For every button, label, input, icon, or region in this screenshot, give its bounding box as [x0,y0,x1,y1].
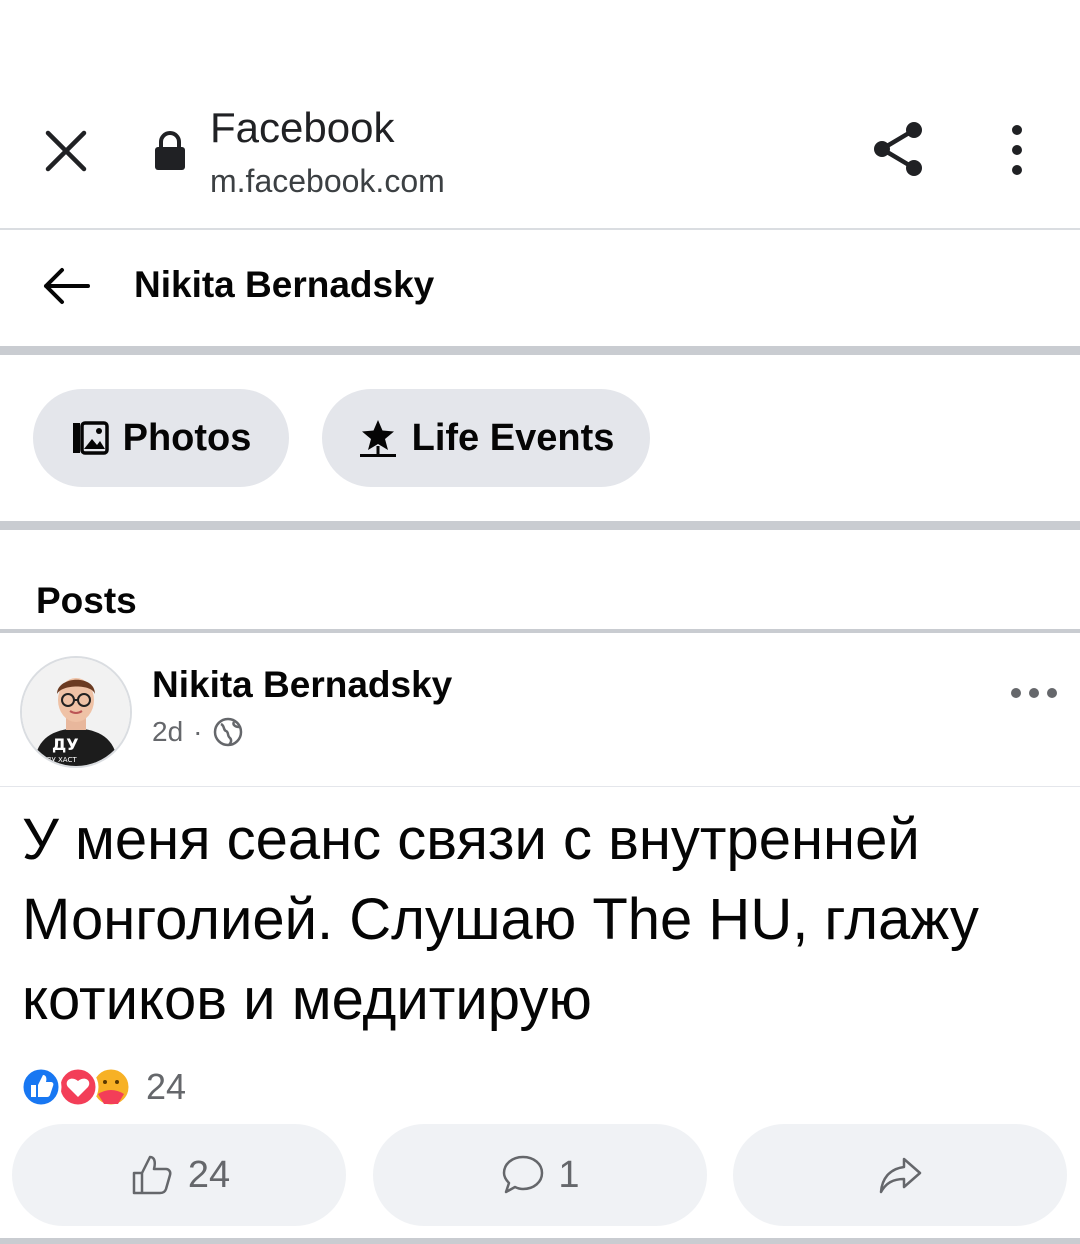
avatar[interactable]: ДУ ДУ ХАСТ [20,656,132,768]
close-icon[interactable] [40,125,92,177]
share-button[interactable] [733,1124,1067,1226]
reaction-count: 24 [146,1066,187,1107]
comment-icon [503,1155,544,1194]
lock-icon [155,131,185,170]
photos-tab[interactable]: Photos [33,389,289,487]
love-reaction-icon [57,1066,99,1108]
globe-icon[interactable] [212,716,244,748]
life-events-tab-label: Life Events [411,416,615,459]
more-options-icon[interactable] [1000,122,1034,178]
reaction-icons [20,1066,132,1108]
photos-icon [72,421,109,455]
post-meta: 2d · [152,716,244,748]
avatar-shirt-subtext: ДУ ХАСТ [46,756,77,764]
like-count: 24 [187,1153,231,1196]
share-arrow-icon [879,1157,922,1194]
comment-button[interactable]: 1 [373,1124,707,1226]
site-url: m.facebook.com [210,163,445,199]
post-text: У меня сеанс связи с внутренней Монголие… [22,807,979,1032]
reactions-summary[interactable]: 24 [18,1064,186,1110]
posts-heading: Posts [36,580,137,621]
section-divider [0,346,1080,355]
profile-name-header: Nikita Bernadsky [134,264,435,305]
comment-count: 1 [558,1153,580,1196]
post-time[interactable]: 2d [152,716,183,748]
back-arrow-icon[interactable] [40,262,92,310]
thumbs-up-icon [132,1155,172,1195]
section-divider [0,629,1080,633]
section-divider [0,521,1080,530]
like-button[interactable]: 24 [12,1124,346,1226]
photos-tab-label: Photos [122,416,252,459]
post-author[interactable]: Nikita Bernadsky [152,664,452,706]
browser-toolbar [0,0,1080,230]
site-title: Facebook [210,104,395,151]
bottom-divider [0,1238,1080,1244]
star-icon [359,420,396,457]
share-icon[interactable] [868,118,930,180]
post-header-divider [0,786,1080,787]
life-events-tab[interactable]: Life Events [322,389,650,487]
avatar-shirt-text: ДУ [52,735,79,754]
post-options-icon[interactable] [1010,686,1058,700]
like-reaction-icon [20,1066,62,1108]
meta-separator: · [193,716,203,747]
